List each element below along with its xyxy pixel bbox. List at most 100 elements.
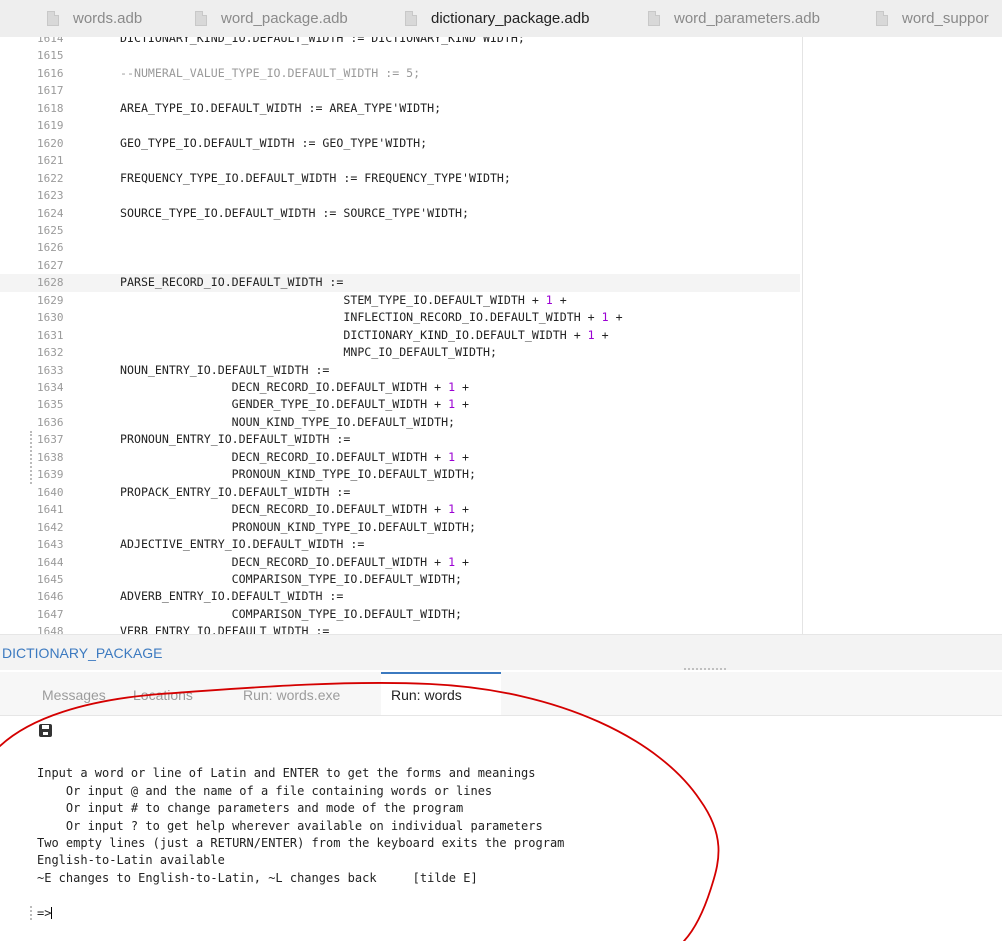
tab-word-support[interactable]: word_suppor bbox=[876, 0, 989, 37]
line-number: 1626 bbox=[37, 241, 64, 255]
code-text: ADVERB_ENTRY_IO.DEFAULT_WIDTH := bbox=[120, 589, 344, 604]
code-text: DECN_RECORD_IO.DEFAULT_WIDTH + 1 + bbox=[120, 502, 470, 517]
console-line: Two empty lines (just a RETURN/ENTER) fr… bbox=[37, 836, 565, 850]
code-line[interactable]: 1618 AREA_TYPE_IO.DEFAULT_WIDTH := AREA_T… bbox=[0, 100, 800, 117]
code-line[interactable]: 1626 bbox=[0, 239, 800, 256]
code-line[interactable]: 1648 VERB_ENTRY_IO.DEFAULT_WIDTH := bbox=[0, 623, 800, 634]
line-number: 1642 bbox=[37, 520, 64, 534]
code-editor[interactable]: 1614 DICTIONARY_KIND_IO.DEFAULT_WIDTH := … bbox=[0, 37, 1002, 634]
tab-run-words[interactable]: Run: words bbox=[391, 687, 462, 703]
line-number: 1628 bbox=[37, 276, 64, 290]
code-line[interactable]: 1620 GEO_TYPE_IO.DEFAULT_WIDTH := GEO_TYP… bbox=[0, 135, 800, 152]
console-line: Input a word or line of Latin and ENTER … bbox=[37, 766, 536, 781]
code-line[interactable]: 1622 FREQUENCY_TYPE_IO.DEFAULT_WIDTH := F… bbox=[0, 170, 800, 187]
code-line[interactable]: 1636 NOUN_KIND_TYPE_IO.DEFAULT_WIDTH; bbox=[0, 414, 800, 431]
code-line[interactable]: 1621 bbox=[0, 152, 800, 169]
code-line[interactable]: 1645 COMPARISON_TYPE_IO.DEFAULT_WIDTH; bbox=[0, 571, 800, 588]
tab-locations[interactable]: Locations bbox=[133, 687, 193, 703]
file-icon bbox=[47, 11, 59, 26]
code-line[interactable]: 1640 PROPACK_ENTRY_IO.DEFAULT_WIDTH := bbox=[0, 484, 800, 501]
line-number: 1627 bbox=[37, 258, 64, 272]
tab-word-parameters-adb[interactable]: word_parameters.adb bbox=[648, 0, 820, 37]
code-line[interactable]: 1635 GENDER_TYPE_IO.DEFAULT_WIDTH + 1 + bbox=[0, 396, 800, 413]
code-text: ADJECTIVE_ENTRY_IO.DEFAULT_WIDTH := bbox=[120, 537, 365, 552]
tab-label: word_parameters.adb bbox=[674, 10, 820, 27]
code-line[interactable]: 1629 STEM_TYPE_IO.DEFAULT_WIDTH + 1 + bbox=[0, 292, 800, 309]
package-breadcrumb-bar: DICTIONARY_PACKAGE bbox=[0, 634, 1002, 670]
code-line[interactable]: 1615 bbox=[0, 47, 800, 64]
tab-words-adb[interactable]: words.adb bbox=[47, 0, 142, 37]
file-icon bbox=[876, 11, 888, 26]
code-line[interactable]: 1614 DICTIONARY_KIND_IO.DEFAULT_WIDTH := … bbox=[0, 37, 800, 47]
code-line[interactable]: 1627 bbox=[0, 257, 800, 274]
tab-label: dictionary_package.adb bbox=[431, 10, 590, 27]
code-text: COMPARISON_TYPE_IO.DEFAULT_WIDTH; bbox=[120, 606, 463, 621]
code-line[interactable]: 1644 DECN_RECORD_IO.DEFAULT_WIDTH + 1 + bbox=[0, 554, 800, 571]
code-line[interactable]: 1628 PARSE_RECORD_IO.DEFAULT_WIDTH := bbox=[0, 274, 800, 292]
code-text: MNPC_IO_DEFAULT_WIDTH; bbox=[120, 345, 497, 360]
code-line[interactable]: 1641 DECN_RECORD_IO.DEFAULT_WIDTH + 1 + bbox=[0, 501, 800, 518]
line-number: 1641 bbox=[37, 503, 64, 517]
line-number: 1631 bbox=[37, 328, 64, 342]
code-line[interactable]: 1624 SOURCE_TYPE_IO.DEFAULT_WIDTH := SOUR… bbox=[0, 205, 800, 222]
line-number: 1620 bbox=[37, 136, 64, 150]
code-line[interactable]: 1623 bbox=[0, 187, 800, 204]
code-text: PRONOUN_KIND_TYPE_IO.DEFAULT_WIDTH; bbox=[120, 519, 476, 534]
line-number: 1625 bbox=[37, 223, 64, 237]
code-line[interactable]: 1646 ADVERB_ENTRY_IO.DEFAULT_WIDTH := bbox=[0, 588, 800, 605]
run-console[interactable]: Input a word or line of Latin and ENTER … bbox=[0, 716, 1002, 941]
line-number: 1629 bbox=[37, 293, 64, 307]
code-line[interactable]: 1616 --NUMERAL_VALUE_TYPE_IO.DEFAULT_WIDT… bbox=[0, 65, 800, 82]
line-number: 1644 bbox=[37, 555, 64, 569]
prompt-text: => bbox=[37, 905, 52, 920]
console-prompt[interactable]: => bbox=[37, 905, 53, 922]
code-line[interactable]: 1638 DECN_RECORD_IO.DEFAULT_WIDTH + 1 + bbox=[0, 449, 800, 466]
tab-label: word_package.adb bbox=[221, 10, 348, 27]
console-line: Or input @ and the name of a file contai… bbox=[37, 783, 493, 798]
code-line[interactable]: 1617 bbox=[0, 82, 800, 99]
line-number: 1623 bbox=[37, 189, 64, 203]
code-line[interactable]: 1633 NOUN_ENTRY_IO.DEFAULT_WIDTH := bbox=[0, 362, 800, 379]
code-text: PARSE_RECORD_IO.DEFAULT_WIDTH := bbox=[120, 275, 344, 290]
file-icon bbox=[195, 11, 207, 26]
bottom-panel-tabs: Messages Locations Run: words.exe Run: w… bbox=[0, 672, 1002, 716]
line-number: 1646 bbox=[37, 590, 64, 604]
line-number: 1634 bbox=[37, 381, 64, 394]
file-icon bbox=[405, 11, 417, 26]
panel-splitter-handle[interactable] bbox=[684, 668, 726, 670]
code-text: DECN_RECORD_IO.DEFAULT_WIDTH + 1 + bbox=[120, 554, 470, 569]
tab-messages[interactable]: Messages bbox=[42, 687, 106, 703]
line-number: 1618 bbox=[37, 101, 64, 115]
code-line[interactable]: 1643 ADJECTIVE_ENTRY_IO.DEFAULT_WIDTH := bbox=[0, 536, 800, 553]
line-number: 1648 bbox=[37, 625, 64, 634]
package-name[interactable]: DICTIONARY_PACKAGE bbox=[2, 645, 163, 661]
change-marker bbox=[30, 431, 36, 484]
code-line[interactable]: 1630 INFLECTION_RECORD_IO.DEFAULT_WIDTH … bbox=[0, 309, 800, 326]
tab-run-words-exe[interactable]: Run: words.exe bbox=[243, 687, 340, 703]
console-line: Or input # to change parameters and mode… bbox=[37, 801, 464, 816]
code-text: DECN_RECORD_IO.DEFAULT_WIDTH + 1 + bbox=[120, 380, 470, 394]
right-margin-guide bbox=[802, 37, 803, 634]
code-line[interactable]: 1637 PRONOUN_ENTRY_IO.DEFAULT_WIDTH := bbox=[0, 431, 800, 448]
code-line[interactable]: 1619 bbox=[0, 117, 800, 134]
line-number: 1635 bbox=[37, 398, 64, 412]
code-line[interactable]: 1625 bbox=[0, 222, 800, 239]
code-text: VERB_ENTRY_IO.DEFAULT_WIDTH := bbox=[120, 624, 330, 634]
tab-word-package-adb[interactable]: word_package.adb bbox=[195, 0, 348, 37]
code-text: AREA_TYPE_IO.DEFAULT_WIDTH := AREA_TYPE'… bbox=[120, 100, 442, 115]
line-number: 1622 bbox=[37, 171, 64, 185]
code-text: PRONOUN_ENTRY_IO.DEFAULT_WIDTH := bbox=[120, 432, 351, 447]
code-text: NOUN_ENTRY_IO.DEFAULT_WIDTH := bbox=[120, 362, 330, 377]
tab-dictionary-package-adb[interactable]: dictionary_package.adb bbox=[405, 0, 589, 37]
code-line[interactable]: 1642 PRONOUN_KIND_TYPE_IO.DEFAULT_WIDTH; bbox=[0, 519, 800, 536]
code-text: SOURCE_TYPE_IO.DEFAULT_WIDTH := SOURCE_T… bbox=[120, 205, 470, 220]
code-line[interactable]: 1632 MNPC_IO_DEFAULT_WIDTH; bbox=[0, 344, 800, 361]
code-line[interactable]: 1634 DECN_RECORD_IO.DEFAULT_WIDTH + 1 + bbox=[0, 379, 800, 396]
editor-tab-bar: words.adb word_package.adb dictionary_pa… bbox=[0, 0, 1002, 38]
save-icon[interactable] bbox=[39, 724, 52, 737]
code-text: PRONOUN_KIND_TYPE_IO.DEFAULT_WIDTH; bbox=[120, 467, 476, 482]
line-number: 1638 bbox=[37, 450, 64, 464]
code-line[interactable]: 1639 PRONOUN_KIND_TYPE_IO.DEFAULT_WIDTH; bbox=[0, 466, 800, 483]
code-line[interactable]: 1631 DICTIONARY_KIND_IO.DEFAULT_WIDTH + … bbox=[0, 327, 800, 344]
code-line[interactable]: 1647 COMPARISON_TYPE_IO.DEFAULT_WIDTH; bbox=[0, 606, 800, 623]
